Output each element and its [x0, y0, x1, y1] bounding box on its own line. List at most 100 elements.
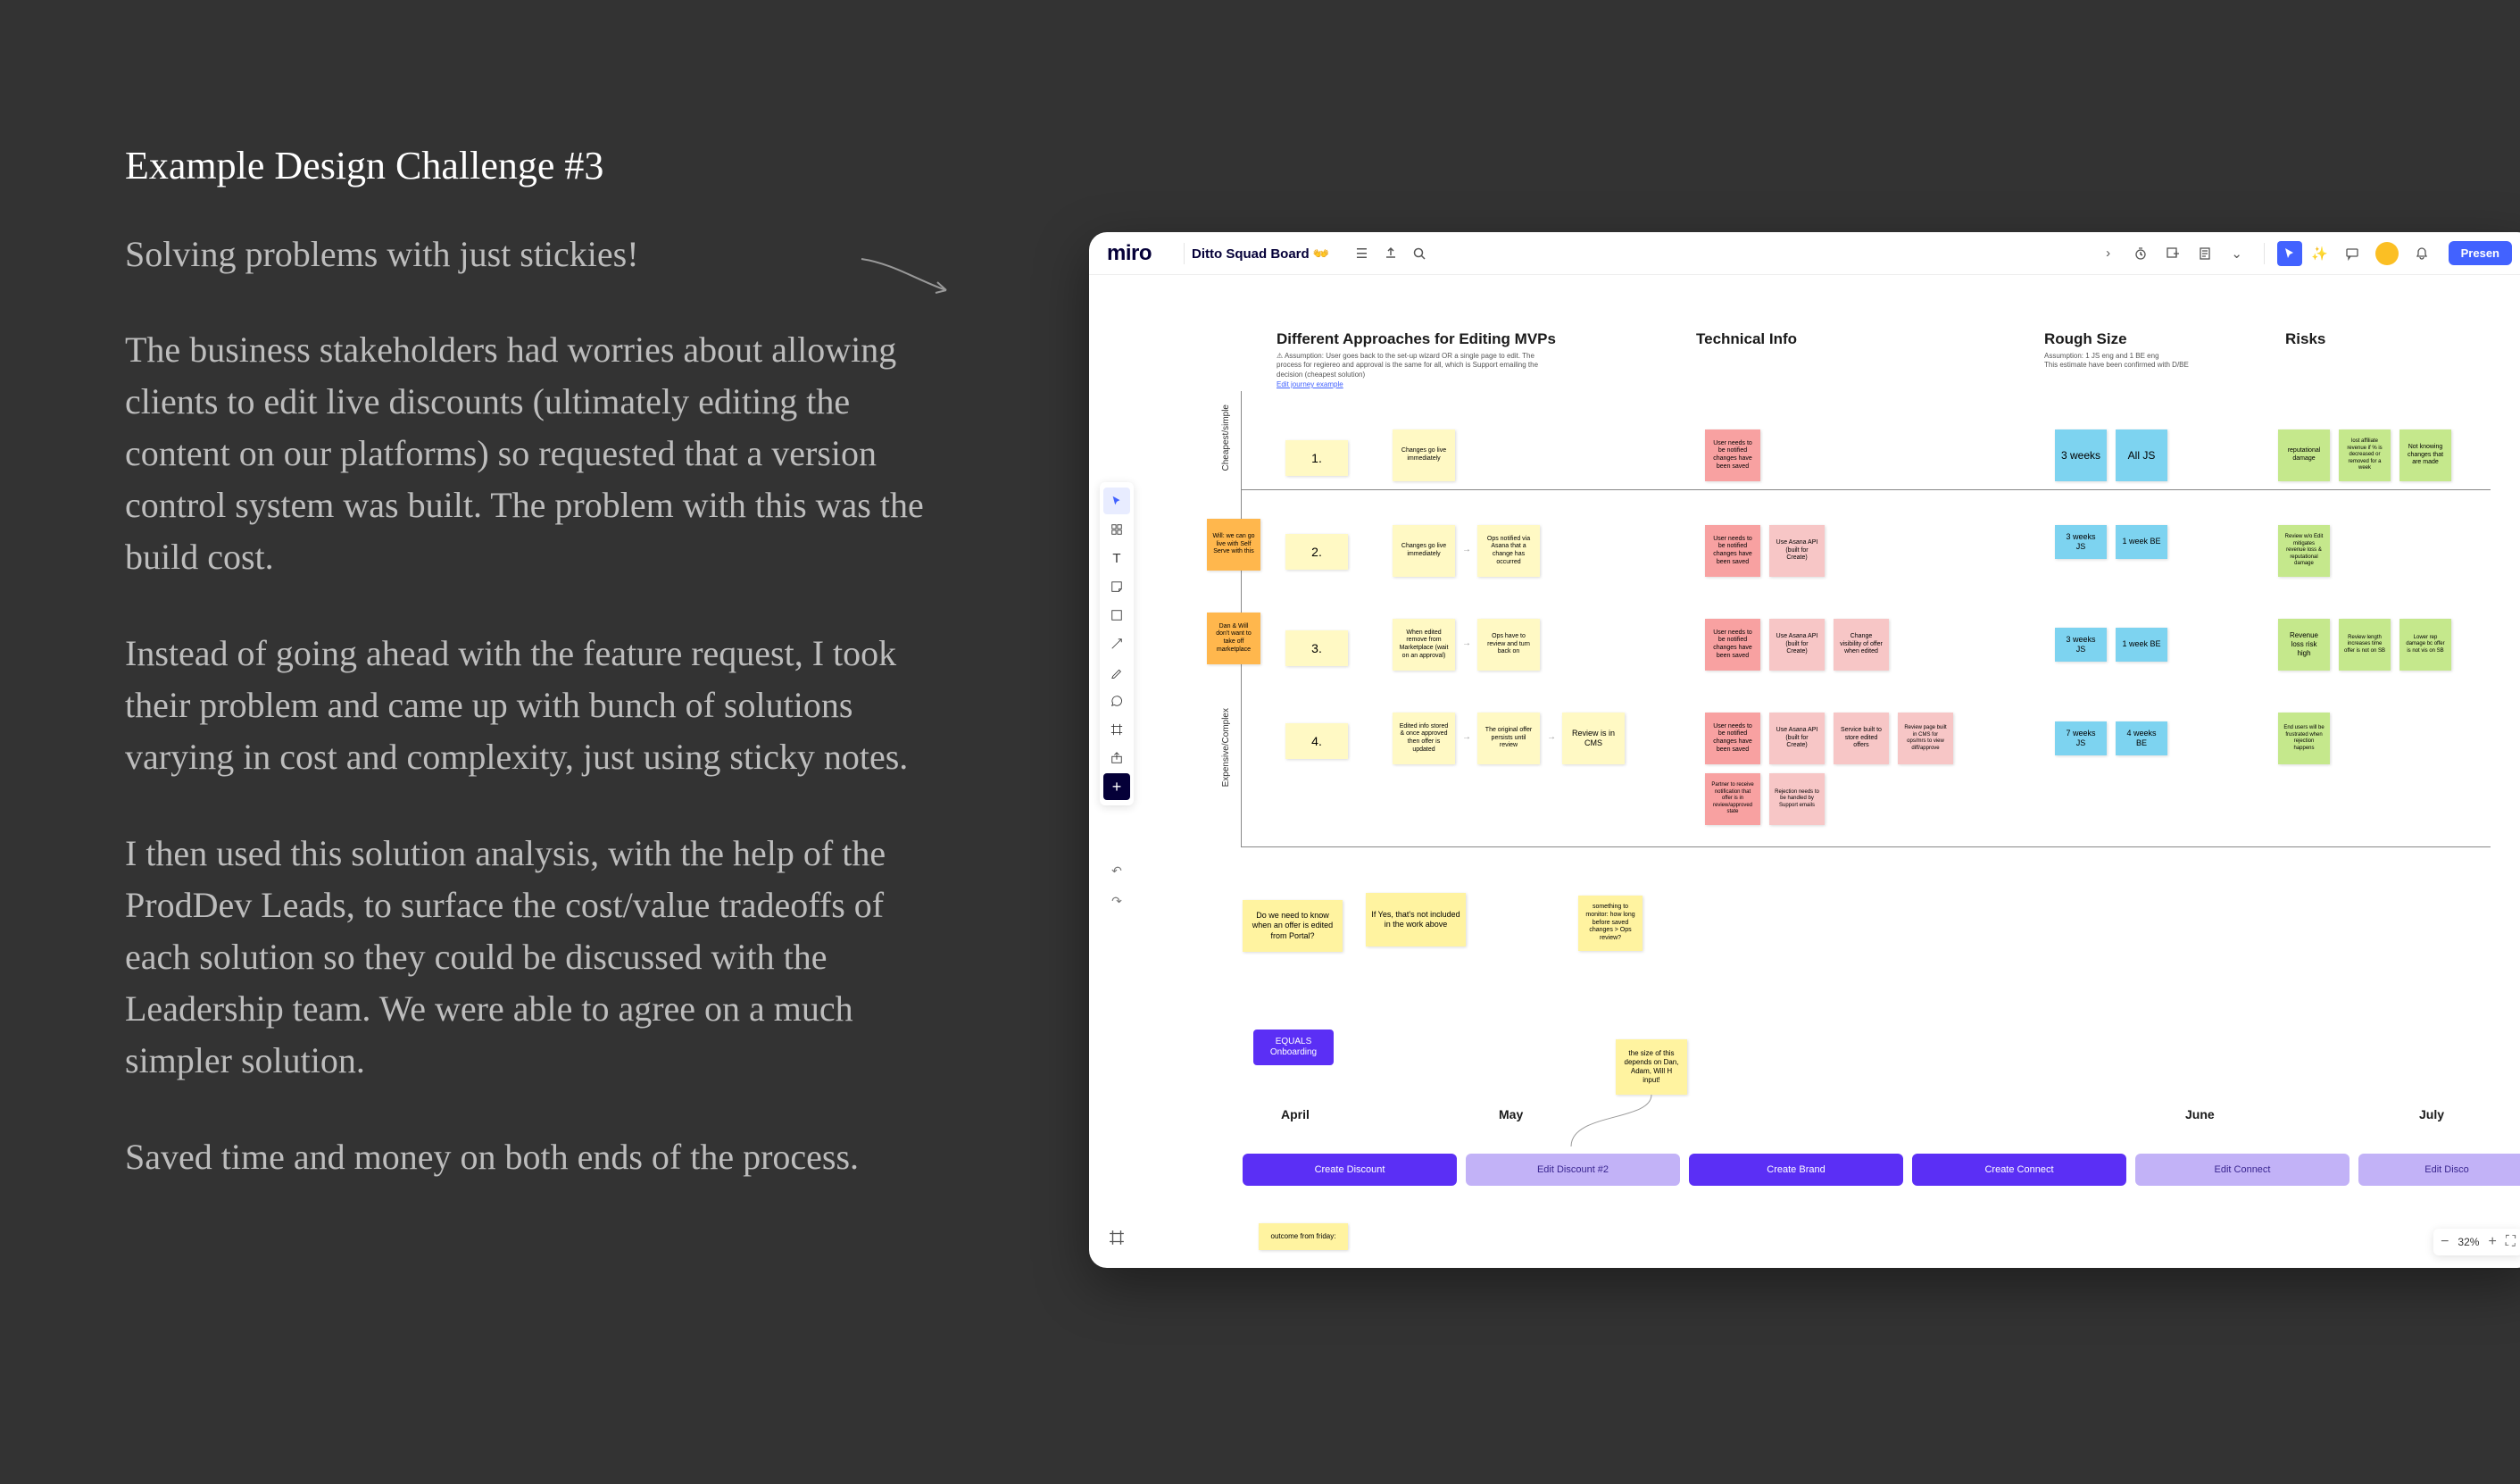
shape-tool[interactable] — [1103, 602, 1130, 629]
arrow-icon: → — [1462, 732, 1471, 742]
frame-tool[interactable] — [1103, 716, 1130, 743]
sticky-tool[interactable] — [1103, 573, 1130, 600]
redo-icon[interactable]: ↷ — [1103, 888, 1130, 914]
miro-logo[interactable]: miro — [1107, 241, 1152, 266]
sticky-pink-2[interactable]: User needs to be notified changes have b… — [1705, 525, 1760, 577]
bar-create-discount[interactable]: Create Discount — [1243, 1154, 1457, 1186]
sticky-r4-b[interactable]: The original offer persists until review — [1477, 713, 1540, 764]
row-1[interactable]: 1. — [1285, 440, 1348, 476]
comment-tool[interactable] — [1103, 688, 1130, 714]
chevron-right-icon[interactable]: › — [2098, 243, 2119, 264]
miro-topbar: miro Ditto Squad Board 👐 ☰ › ⌄ — [1089, 232, 2520, 275]
sticky-blue-4b[interactable]: 4 weeks BE — [2116, 721, 2167, 755]
board-title[interactable]: Ditto Squad Board 👐 — [1192, 246, 1330, 262]
more-tools[interactable]: + — [1103, 773, 1130, 800]
row-2[interactable]: 2. — [1285, 534, 1348, 570]
template-tool[interactable] — [1103, 516, 1130, 543]
undo-redo-group: ↶ ↷ — [1100, 857, 1134, 914]
sticky-r2-a[interactable]: Changes go live immediately — [1393, 525, 1455, 577]
sticky-pink-1[interactable]: User needs to be notified changes have b… — [1705, 429, 1760, 481]
sticky-green-1b[interactable]: lost affiliate revenue if % is decreased… — [2339, 429, 2391, 481]
sticky-green-2a[interactable]: Review w/o Edit mitigates revenue loss &… — [2278, 525, 2330, 577]
sticky-pink-6[interactable]: Change visibility of offer when edited — [1834, 619, 1889, 671]
connector-tool[interactable] — [1103, 630, 1130, 657]
frames-icon[interactable] — [1109, 1230, 1125, 1250]
upload-tool[interactable] — [1103, 745, 1130, 771]
sticky-r3-b[interactable]: Ops have to review and turn back on — [1477, 619, 1540, 671]
sticky-q2[interactable]: If Yes, that's not included in the work … — [1366, 893, 1466, 946]
arrow-icon: → — [1462, 638, 1471, 648]
user-avatar[interactable] — [2375, 242, 2399, 265]
comment-icon[interactable] — [2341, 243, 2363, 264]
chevron-down-icon[interactable]: ⌄ — [2226, 243, 2248, 264]
sticky-pink-7[interactable]: User needs to be notified changes have b… — [1705, 713, 1760, 764]
bar-create-brand[interactable]: Create Brand — [1689, 1154, 1903, 1186]
sticky-blue-2b[interactable]: 1 week BE — [2116, 525, 2167, 559]
sticky-orange-1[interactable]: Will: we can go live with Self Serve wit… — [1207, 519, 1260, 571]
sticky-pink-12[interactable]: Rejection needs to be handled by Support… — [1769, 773, 1825, 825]
select-tool[interactable] — [1103, 488, 1130, 514]
timer-icon[interactable] — [2130, 243, 2151, 264]
sticky-green-3b[interactable]: Review length increases time offer is no… — [2339, 619, 2391, 671]
bar-edit-connect[interactable]: Edit Connect — [2135, 1154, 2350, 1186]
case-para-1: The business stakeholders had worries ab… — [125, 324, 928, 583]
row-divider-1 — [1241, 489, 2491, 490]
row-3[interactable]: 3. — [1285, 630, 1348, 666]
sticky-blue-1a[interactable]: 3 weeks — [2055, 429, 2107, 481]
undo-icon[interactable]: ↶ — [1103, 857, 1130, 884]
miro-window: miro Ditto Squad Board 👐 ☰ › ⌄ — [1089, 232, 2520, 1268]
reactions-icon[interactable]: ✨ — [2309, 243, 2331, 264]
text-tool[interactable]: T — [1103, 545, 1130, 571]
notes-icon[interactable] — [2194, 243, 2216, 264]
sticky-orange-2[interactable]: Dan & Will don't want to take off market… — [1207, 613, 1260, 664]
sticky-q1[interactable]: Do we need to know when an offer is edit… — [1243, 900, 1343, 952]
row-4[interactable]: 4. — [1285, 723, 1348, 759]
sticky-green-4a[interactable]: End users will be frustrated when reject… — [2278, 713, 2330, 764]
sticky-green-3c[interactable]: Lower rep damage bc offer is not vis on … — [2399, 619, 2451, 671]
menu-icon[interactable]: ☰ — [1351, 243, 1373, 264]
miro-canvas[interactable]: Different Approaches for Editing MVPs ⚠ … — [1143, 275, 2520, 1268]
add-frame-icon[interactable] — [2162, 243, 2183, 264]
present-button[interactable]: Presen — [2449, 241, 2512, 265]
sticky-pink-4[interactable]: User needs to be notified changes have b… — [1705, 619, 1760, 671]
export-icon[interactable] — [1380, 243, 1401, 264]
bar-create-connect[interactable]: Create Connect — [1912, 1154, 2126, 1186]
sticky-q5[interactable]: outcome from friday: — [1259, 1223, 1348, 1250]
row-divider-2 — [1241, 846, 2491, 847]
sticky-r1-a[interactable]: Changes go live immediately — [1393, 429, 1455, 481]
bar-edit-discount-2[interactable]: Edit Disco — [2358, 1154, 2520, 1186]
sticky-green-3a[interactable]: Revenue loss risk high — [2278, 619, 2330, 671]
sticky-r2-b[interactable]: Ops notified via Asana that a change has… — [1477, 525, 1540, 577]
case-subtitle: Solving problems with just stickies! — [125, 233, 928, 275]
sticky-pink-3[interactable]: Use Asana API (built for Create) — [1769, 525, 1825, 577]
link-edit-journey[interactable]: Edit journey example — [1277, 380, 1343, 388]
separator — [2264, 243, 2265, 264]
sticky-q3[interactable]: something to monitor: how long before sa… — [1578, 896, 1643, 951]
sticky-blue-3b[interactable]: 1 week BE — [2116, 628, 2167, 662]
arrow-icon: → — [1462, 545, 1471, 554]
sticky-green-1a[interactable]: reputational damage — [2278, 429, 2330, 481]
sticky-blue-3a[interactable]: 3 weeks JS — [2055, 628, 2107, 662]
case-para-4: Saved time and money on both ends of the… — [125, 1131, 928, 1183]
cursor-tool-icon[interactable] — [2277, 241, 2302, 266]
sticky-pink-8[interactable]: Use Asana API (built for Create) — [1769, 713, 1825, 764]
case-title: Example Design Challenge #3 — [125, 143, 928, 188]
sticky-r4-c[interactable]: Review is in CMS — [1562, 713, 1625, 764]
sticky-r3-a[interactable]: When edited remove from Marketplace (wai… — [1393, 619, 1455, 671]
sticky-pink-9[interactable]: Service built to store edited offers — [1834, 713, 1889, 764]
sticky-pink-10[interactable]: Review page built in CMS for ops/mrs to … — [1898, 713, 1953, 764]
sticky-pink-11[interactable]: Partner to receive notification that off… — [1705, 773, 1760, 825]
bell-icon[interactable] — [2411, 243, 2433, 264]
sticky-green-1c[interactable]: Not knowing changes that are made — [2399, 429, 2451, 481]
tag-equals[interactable]: EQUALS Onboarding — [1253, 1030, 1334, 1065]
sticky-blue-2a[interactable]: 3 weeks JS — [2055, 525, 2107, 559]
sticky-pink-5[interactable]: Use Asana API (built for Create) — [1769, 619, 1825, 671]
sticky-r4-a[interactable]: Edited info stored & once approved then … — [1393, 713, 1455, 764]
sticky-q4[interactable]: the size of this depends on Dan, Adam, W… — [1616, 1039, 1687, 1095]
pen-tool[interactable] — [1103, 659, 1130, 686]
sticky-blue-4a[interactable]: 7 weeks JS — [2055, 721, 2107, 755]
bar-edit-discount[interactable]: Edit Discount #2 — [1466, 1154, 1680, 1186]
sticky-blue-1b[interactable]: All JS — [2116, 429, 2167, 481]
search-icon[interactable] — [1409, 243, 1430, 264]
size-note-1: Assumption: 1 JS eng and 1 BE eng — [2044, 352, 2205, 361]
